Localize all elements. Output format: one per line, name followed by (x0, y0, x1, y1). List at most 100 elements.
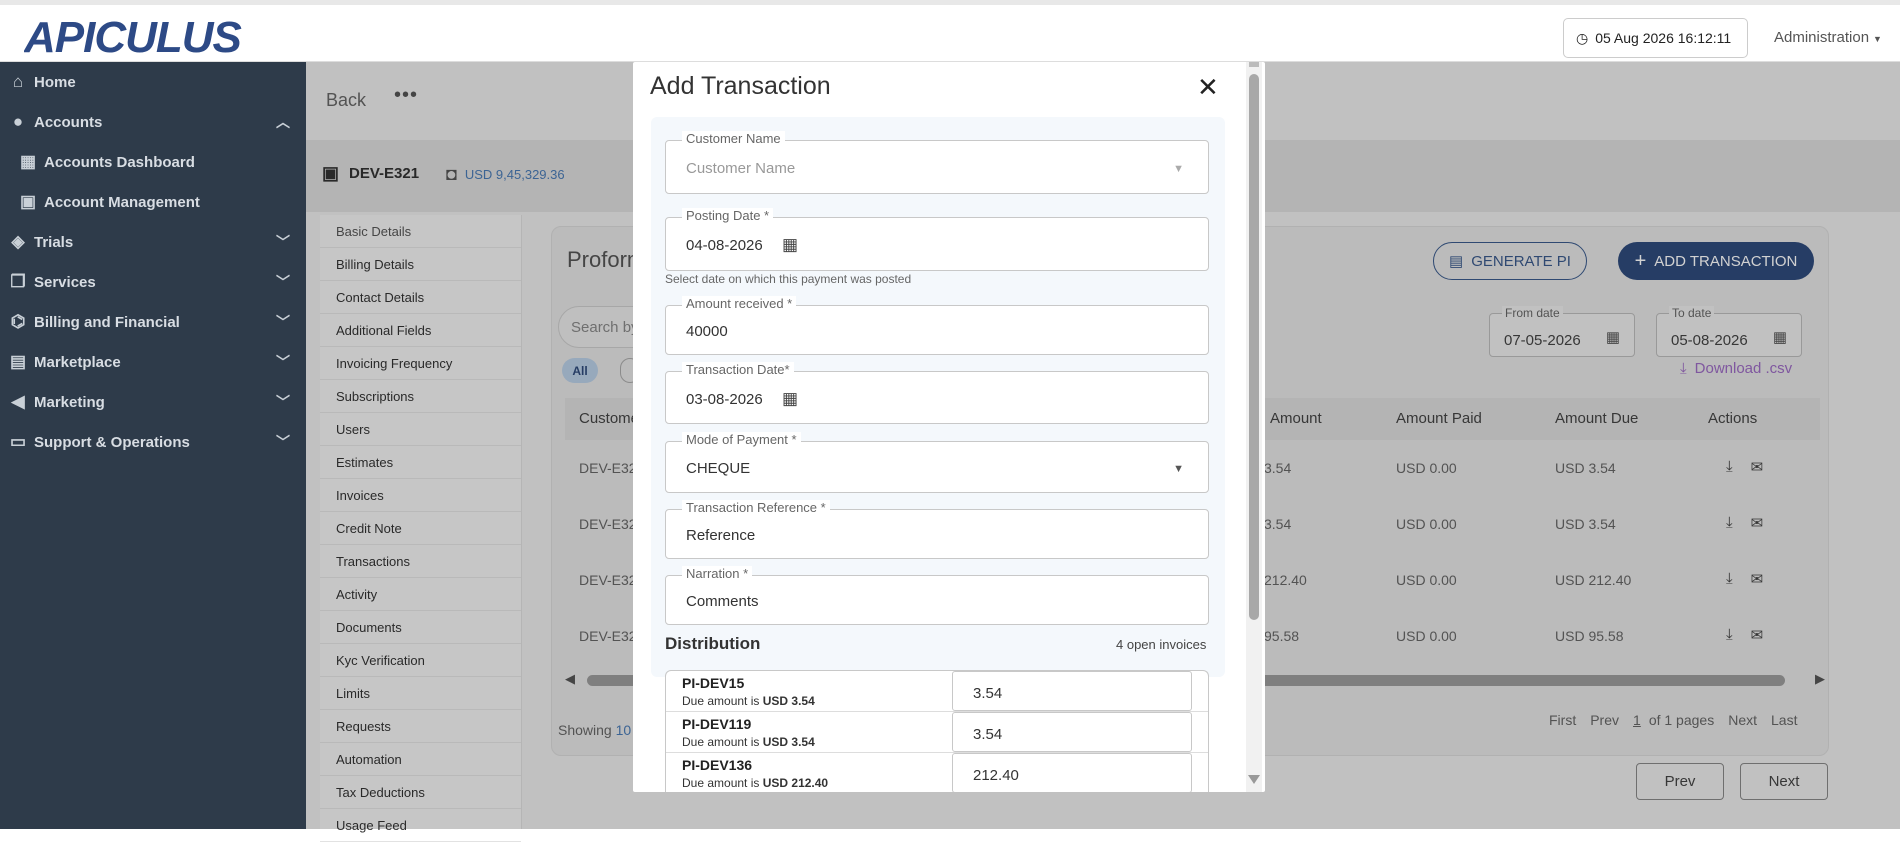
invoice-id: PI-DEV15 (682, 675, 745, 691)
posting-date-field[interactable]: Posting Date * 04-08-2026 ▦ (665, 208, 1209, 271)
modal-title: Add Transaction (650, 72, 831, 100)
invoice-due: Due amount is USD 3.54 (682, 735, 815, 749)
scrollbar-thumb[interactable] (1249, 74, 1259, 620)
bank-icon: ⌬ (10, 312, 26, 331)
sidebar-item-label: Billing and Financial (34, 313, 180, 331)
sidebar-item-label: Accounts Dashboard (44, 153, 195, 171)
sidebar-item-label: Services (34, 273, 96, 291)
invoice-due-amount: USD 212.40 (762, 776, 829, 790)
dashboard-icon: ▦ (19, 152, 37, 171)
invoice-amount-input[interactable]: 212.40 (952, 753, 1192, 792)
invoice-due-prefix: Due amount is (682, 694, 760, 708)
sidebar-item-trials[interactable]: ◈ Trials ﹀ (0, 222, 306, 262)
sidebar-item-services[interactable]: ❐ Services ﹀ (0, 262, 306, 302)
invoice-due: Due amount is USD 3.54 (682, 694, 815, 708)
invoice-amount-input[interactable]: 3.54 (952, 712, 1192, 752)
scroll-down-icon[interactable] (1248, 775, 1260, 784)
account-circle-icon: ● (12, 112, 24, 131)
invoice-row: PI-DEV136 Due amount is USD 212.40 212.4… (666, 753, 1208, 792)
library-icon: ❐ (10, 272, 26, 291)
customer-name-select[interactable]: Customer Name Customer Name ▼ (665, 131, 1209, 194)
chevron-down-icon: ﹀ (276, 314, 290, 330)
invoice-due: Due amount is USD 212.40 (682, 776, 828, 790)
datetime-text: 05 Aug 2026 16:12:11 (1595, 30, 1732, 46)
sidebar-item-accounts[interactable]: ● Accounts ︿ (0, 102, 306, 142)
chevron-down-icon: ﹀ (276, 234, 290, 250)
transaction-reference-value: Reference (686, 527, 756, 544)
sidebar-item-label: Marketplace (34, 353, 121, 371)
amount-received-value: 40000 (686, 323, 728, 340)
sidebar-item-label: Account Management (44, 193, 200, 211)
chevron-down-icon: ﹀ (276, 434, 290, 450)
chevron-down-icon: ▼ (1173, 463, 1184, 475)
invoice-due-prefix: Due amount is (682, 776, 760, 790)
sidebar-item-label: Accounts (34, 113, 103, 131)
chevron-up-icon: ︿ (276, 114, 290, 130)
chevron-down-icon: ▼ (1873, 34, 1882, 44)
store-icon: ▤ (9, 352, 27, 371)
sidebar-item-label: Trials (34, 233, 74, 251)
sidebar-item-marketing[interactable]: ◀ Marketing ﹀ (0, 382, 306, 422)
user-menu[interactable]: Administration ▼ (1774, 29, 1882, 46)
invoice-due-prefix: Due amount is (682, 735, 760, 749)
invoice-id: PI-DEV119 (682, 716, 752, 732)
mode-of-payment-value: CHEQUE (686, 460, 751, 477)
chevron-down-icon: ﹀ (276, 354, 290, 370)
posting-date-hint: Select date on which this payment was po… (665, 272, 912, 286)
mode-of-payment-select[interactable]: Mode of Payment * CHEQUE ▼ (665, 432, 1209, 493)
invoice-due-amount: USD 3.54 (762, 735, 815, 749)
narration-input[interactable]: Narration * Comments (665, 566, 1209, 625)
megaphone-icon: ◀ (11, 392, 25, 411)
transaction-date-field[interactable]: Transaction Date* 03-08-2026 ▦ (665, 362, 1209, 424)
invoice-due-amount: USD 3.54 (762, 694, 815, 708)
modal-scrollbar[interactable] (1246, 62, 1262, 792)
amount-received-label: Amount received * (682, 296, 797, 311)
mode-of-payment-label: Mode of Payment * (682, 432, 801, 447)
sidebar-item-marketplace[interactable]: ▤ Marketplace ﹀ (0, 342, 306, 382)
close-icon[interactable]: ✕ (1197, 72, 1219, 103)
narration-label: Narration * (682, 566, 753, 581)
sidebar-item-label: Home (34, 73, 76, 91)
transaction-date-label: Transaction Date* (682, 362, 794, 377)
transaction-reference-input[interactable]: Transaction Reference * Reference (665, 500, 1209, 559)
distribution-list: PI-DEV15 Due amount is USD 3.54 3.54 PI-… (665, 670, 1209, 792)
chevron-down-icon: ﹀ (276, 394, 290, 410)
badge-icon: ▣ (19, 192, 37, 211)
apiculus-logo[interactable]: APICULUS (24, 14, 244, 56)
calendar-icon[interactable]: ▦ (782, 235, 798, 255)
sidebar-item-support[interactable]: ▭ Support & Operations ﹀ (0, 422, 306, 462)
invoice-amount-input[interactable]: 3.54 (952, 671, 1192, 711)
sidebar: ⌂ Home ● Accounts ︿ ▦ Accounts Dashboard ▣ Ac… (0, 62, 306, 829)
customer-name-placeholder: Customer Name (686, 160, 796, 177)
invoice-row: PI-DEV15 Due amount is USD 3.54 3.54 (666, 671, 1208, 712)
tag-icon: ◈ (11, 232, 25, 251)
transaction-reference-label: Transaction Reference * (682, 500, 830, 515)
chevron-down-icon: ▼ (1173, 163, 1184, 175)
svg-text:APICULUS: APICULUS (24, 14, 242, 56)
transaction-date-value: 03-08-2026 (686, 391, 763, 408)
invoice-row: PI-DEV119 Due amount is USD 3.54 3.54 (666, 712, 1208, 753)
sidebar-item-home[interactable]: ⌂ Home (0, 62, 306, 102)
calendar-icon[interactable]: ▦ (782, 389, 798, 409)
user-menu-label: Administration (1774, 29, 1870, 46)
sidebar-item-accounts-dashboard[interactable]: ▦ Accounts Dashboard (0, 142, 306, 182)
chevron-down-icon: ﹀ (276, 274, 290, 290)
monitor-icon: ▭ (9, 432, 27, 451)
customer-name-label: Customer Name (682, 131, 785, 146)
top-bar: APICULUS ◷ 05 Aug 2026 16:12:11 Administ… (0, 0, 1900, 62)
sidebar-item-billing[interactable]: ⌬ Billing and Financial ﹀ (0, 302, 306, 342)
amount-received-input[interactable]: Amount received * 40000 (665, 296, 1209, 355)
posting-date-value: 04-08-2026 (686, 237, 763, 254)
narration-value: Comments (686, 593, 759, 610)
invoice-id: PI-DEV136 (682, 757, 753, 773)
home-icon: ⌂ (12, 72, 24, 91)
datetime-display: ◷ 05 Aug 2026 16:12:11 (1563, 18, 1748, 58)
sidebar-item-label: Support & Operations (34, 433, 190, 451)
sidebar-item-label: Marketing (34, 393, 105, 411)
sidebar-item-account-management[interactable]: ▣ Account Management (0, 182, 306, 222)
scroll-up-icon[interactable] (1249, 62, 1259, 67)
distribution-title: Distribution (665, 634, 761, 653)
posting-date-label: Posting Date * (682, 208, 774, 223)
open-invoices-count: 4 open invoices (1116, 637, 1207, 652)
clock-icon: ◷ (1576, 29, 1589, 46)
